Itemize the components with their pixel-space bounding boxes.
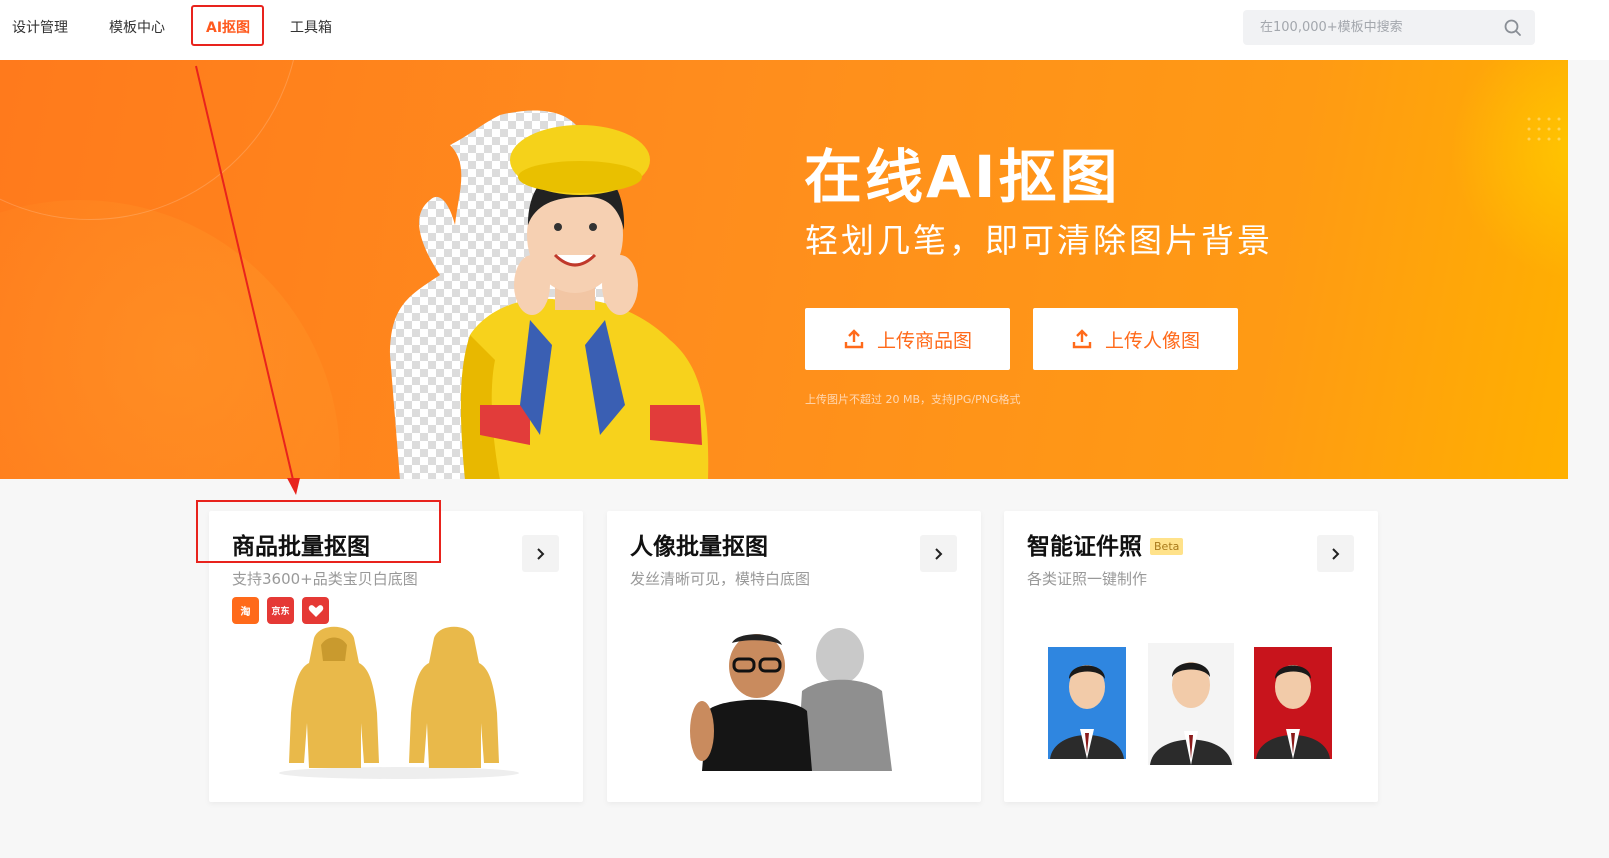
top-navigation: 设计管理 模板中心 AI抠图 工具箱 bbox=[0, 0, 1609, 60]
search-box bbox=[1243, 10, 1535, 45]
upload-portrait-label: 上传人像图 bbox=[1104, 329, 1200, 352]
model-cutout-illustration bbox=[390, 110, 709, 479]
annotation-highlight-nav bbox=[191, 5, 264, 46]
chevron-right-icon[interactable] bbox=[920, 535, 957, 572]
card-title: 智能证件照 bbox=[1027, 534, 1142, 560]
decor-glow bbox=[1450, 60, 1568, 280]
decor-dots bbox=[1527, 117, 1561, 141]
upload-icon bbox=[1072, 329, 1092, 349]
taobao-icon: 淘 bbox=[232, 597, 259, 624]
hero-subtitle: 轻划几笔，即可清除图片背景 bbox=[805, 221, 1273, 260]
hero-banner: 在线AI抠图 轻划几笔，即可清除图片背景 上传商品图 上传人像图 上传图片不超过… bbox=[0, 60, 1568, 479]
card-desc: 各类证照一键制作 bbox=[1027, 570, 1148, 588]
decor-arc bbox=[0, 200, 340, 479]
decor-ring bbox=[0, 60, 300, 220]
upload-icon bbox=[844, 329, 864, 349]
upload-note: 上传图片不超过 20 MB，支持JPG/PNG格式 bbox=[805, 393, 1021, 406]
nav-toolbox[interactable]: 工具箱 bbox=[290, 18, 332, 38]
upload-product-button[interactable]: 上传商品图 bbox=[805, 308, 1010, 370]
card-desc: 发丝清晰可见，模特白底图 bbox=[630, 570, 811, 588]
card-desc: 支持3600+品类宝贝白底图 bbox=[232, 570, 418, 588]
jd-icon: 京东 bbox=[267, 597, 294, 624]
nav-template-center[interactable]: 模板中心 bbox=[109, 18, 165, 38]
beta-badge: Beta bbox=[1150, 538, 1184, 555]
chevron-right-icon[interactable] bbox=[1317, 535, 1354, 572]
search-input[interactable] bbox=[1243, 10, 1493, 45]
chevron-right-icon[interactable] bbox=[522, 535, 559, 572]
hero-title: 在线AI抠图 bbox=[804, 143, 1121, 211]
kids-portrait-image bbox=[690, 628, 892, 771]
card-title: 人像批量抠图 bbox=[630, 534, 768, 560]
card-id-photo[interactable]: 智能证件照 Beta 各类证照一键制作 bbox=[1004, 511, 1378, 802]
hoodie-product-image bbox=[279, 626, 519, 779]
heart-logo-icon bbox=[302, 597, 329, 624]
card-portrait-batch[interactable]: 人像批量抠图 发丝清晰可见，模特白底图 bbox=[607, 511, 981, 802]
upload-portrait-button[interactable]: 上传人像图 bbox=[1033, 308, 1238, 370]
nav-design-manage[interactable]: 设计管理 bbox=[12, 18, 68, 38]
annotation-highlight-card bbox=[196, 500, 441, 563]
id-photos-image bbox=[1048, 643, 1332, 765]
search-icon[interactable] bbox=[1503, 18, 1523, 38]
upload-product-label: 上传商品图 bbox=[876, 329, 972, 352]
